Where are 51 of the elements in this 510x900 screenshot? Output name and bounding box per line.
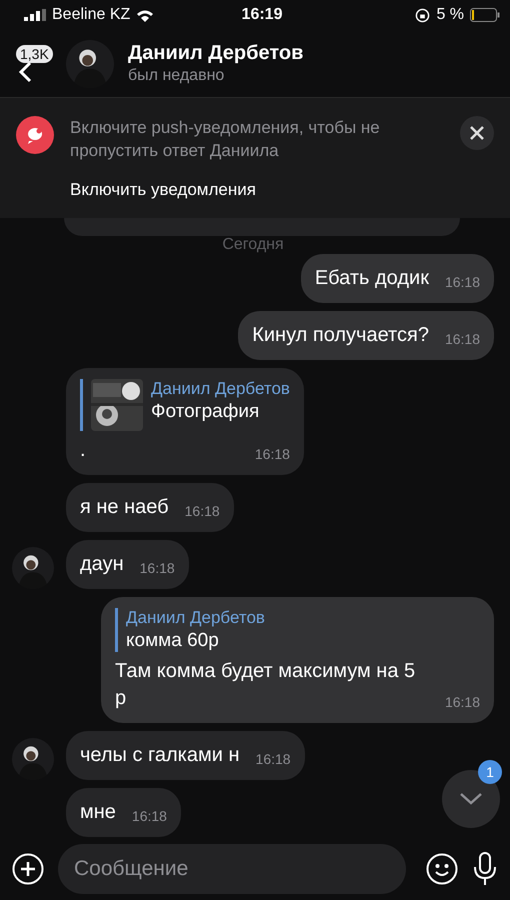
banner-text: Включите push-уведомления, чтобы не пропустить ответ Даниила [70,117,381,162]
quoted-author: Даниил Дербетов [151,379,290,399]
message-time: 16:18 [444,694,480,710]
enable-notifications-link[interactable]: Включить уведомления [70,180,444,200]
smiley-icon [426,853,458,885]
message-input[interactable]: Сообщение [58,844,406,894]
battery-icon [470,8,500,22]
plus-icon [12,853,44,885]
back-button[interactable]: 1,3K [14,38,52,88]
close-icon [470,126,484,140]
message-text: я не наеб [80,495,169,520]
emoji-button[interactable] [426,853,458,885]
avatar [12,547,54,589]
quoted-message[interactable]: Даниил Дербетов Фотография [80,379,290,431]
close-button[interactable] [460,116,494,150]
microphone-icon [472,852,498,886]
avatar [12,738,54,780]
chevron-down-icon [459,792,483,806]
message-text: мне [80,800,116,825]
last-seen: был недавно [128,67,226,85]
clock: 16:19 [242,6,282,24]
message-time: 16:18 [444,331,480,347]
message-time: 16:18 [254,446,290,462]
message-text: . [80,438,87,463]
add-button[interactable] [12,853,44,885]
message-time: 16:18 [132,808,167,824]
rotation-lock-icon [415,8,430,22]
quoted-message[interactable]: Даниил Дербетов комма 60р [115,608,480,652]
quoted-author: Даниил Дербетов [126,608,265,628]
message-text: Там комма будет максимум на 5 р [115,659,416,711]
date-label: Сегодня [221,235,285,255]
wifi-icon [136,8,154,22]
back-icon [18,60,32,82]
message-text: даун [80,552,124,577]
message-time: 16:18 [140,560,175,576]
quoted-text: комма 60р [126,630,220,652]
message-time: 16:18 [184,503,220,519]
message-text: челы с галками н [80,743,240,768]
message-text: Кинул получается? [252,323,429,348]
voice-button[interactable] [472,852,498,886]
contact-name: Даниил Дербетов [128,42,304,65]
chat-bubble-icon [16,116,54,154]
carrier-name: Beeline KZ [52,6,130,24]
message-text: Ебать додик [314,266,429,291]
quoted-text: Фотография [151,401,260,423]
battery-percent: 5 % [436,6,464,24]
message-time: 16:18 [444,274,480,290]
unread-badge: 1 [478,760,502,784]
unread-count: 1,3K [16,44,53,62]
message-time: 16:18 [256,751,291,767]
signal-icon [24,9,46,21]
